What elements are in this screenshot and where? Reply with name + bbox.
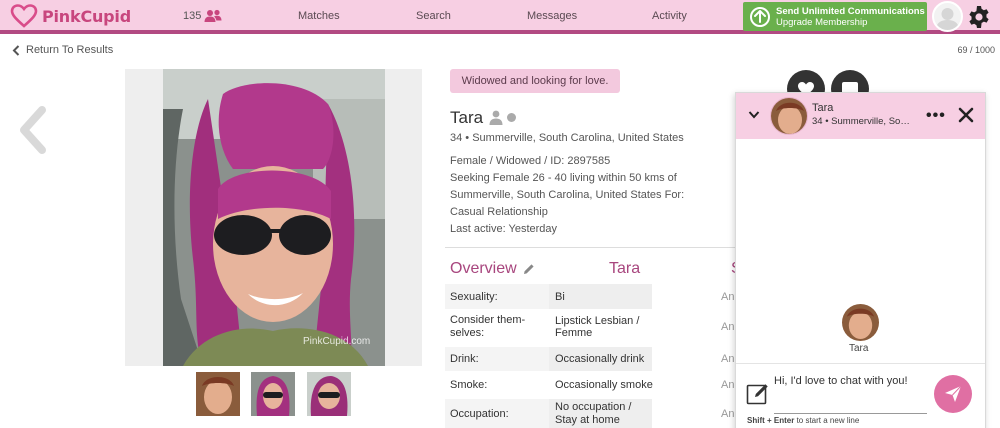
overview-row: Occupation: No occupation / Stay at home… bbox=[445, 399, 735, 428]
overview-row: Smoke: Occasionally smoke An bbox=[445, 373, 735, 397]
section-divider bbox=[445, 247, 735, 248]
overview-column-name: Tara bbox=[609, 260, 641, 277]
nav-matches[interactable]: Matches bbox=[298, 10, 340, 22]
upgrade-line2: Upgrade Membership bbox=[776, 16, 868, 28]
chat-hint-text: to start a new line bbox=[794, 416, 860, 425]
online-count: 135 bbox=[183, 10, 202, 22]
profile-status-icons bbox=[489, 110, 516, 125]
people-icon bbox=[204, 9, 222, 22]
send-icon bbox=[945, 385, 962, 402]
app-root: PinkCupid 135 Matches Search Messages Ac… bbox=[0, 0, 1000, 428]
arrow-up-icon bbox=[750, 6, 770, 27]
overview-row-label: Drink: bbox=[445, 347, 549, 371]
close-icon[interactable] bbox=[958, 107, 974, 123]
chat-hint: Shift + Enter to start a new line bbox=[747, 416, 859, 425]
photo-thumbnail-1[interactable] bbox=[196, 372, 240, 416]
chat-body-name: Tara bbox=[849, 343, 869, 354]
profile-name: Tara bbox=[450, 108, 484, 127]
profile-detail-line: Summerville, South Carolina, United Stat… bbox=[450, 189, 685, 201]
default-avatar-icon bbox=[936, 8, 959, 30]
chat-message-input[interactable]: Hi, I'd love to chat with you! bbox=[774, 374, 927, 414]
return-to-results-link[interactable]: Return To Results bbox=[12, 44, 113, 56]
profile-photo-illustration: PinkCupid.com bbox=[163, 69, 385, 366]
overview-row: Consider them- selves: Lipstick Lesbian … bbox=[445, 311, 735, 343]
thumbnail-image bbox=[251, 372, 295, 416]
user-avatar[interactable] bbox=[932, 1, 963, 32]
nav-activity[interactable]: Activity bbox=[652, 10, 687, 22]
main-photo[interactable]: PinkCupid.com bbox=[163, 69, 385, 366]
overview-row: Sexuality: Bi An bbox=[445, 284, 735, 309]
avatar-image bbox=[842, 304, 879, 341]
profile-detail-line: Last active: Yesterday bbox=[450, 223, 558, 235]
return-label: Return To Results bbox=[26, 44, 114, 56]
chat-avatar[interactable] bbox=[770, 97, 808, 135]
overview-row-label: Consider them- selves: bbox=[450, 314, 526, 339]
avatar-image bbox=[771, 98, 807, 134]
chevron-left-icon bbox=[12, 44, 20, 56]
thumbnail-image bbox=[196, 372, 240, 416]
overview-title: Overview bbox=[450, 260, 535, 278]
more-options-button[interactable]: ••• bbox=[926, 107, 946, 125]
overview-row: Drink: Occasionally drink An bbox=[445, 347, 735, 371]
overview-row-seeking: An bbox=[721, 290, 735, 303]
chat-header[interactable]: Tara 34 • Summerville, South Carolina, U… bbox=[736, 93, 985, 139]
chat-hint-keys: Shift + Enter bbox=[747, 416, 795, 425]
profile-tagline: Widowed and looking for love. bbox=[450, 69, 620, 93]
chat-contact-location: 34 • Summerville, South Carolina, United… bbox=[812, 116, 912, 127]
heart-logo-icon bbox=[10, 4, 38, 28]
upgrade-line1: Send Unlimited Communications bbox=[776, 5, 925, 17]
offline-status-dot bbox=[507, 113, 516, 122]
previous-profile-icon[interactable] bbox=[16, 106, 48, 154]
chat-window: Tara 34 • Summerville, South Carolina, U… bbox=[735, 92, 986, 428]
overview-heading: Overview bbox=[450, 260, 517, 277]
chat-contact-name: Tara bbox=[812, 102, 834, 114]
upgrade-text: Send Unlimited Communications Upgrade Me… bbox=[776, 6, 925, 28]
overview-row-value: Lipstick Lesbian / Femme bbox=[555, 315, 640, 339]
profile-detail-line: Seeking Female 26 - 40 living within 50 … bbox=[450, 172, 677, 184]
overview-row-seeking: An bbox=[721, 408, 735, 420]
chat-body-avatar bbox=[842, 304, 879, 341]
overview-row-value: Occasionally drink bbox=[549, 347, 652, 371]
overview-row-seeking: An bbox=[721, 353, 735, 365]
overview-row-seeking: An bbox=[721, 321, 735, 333]
logo[interactable]: PinkCupid bbox=[10, 4, 131, 28]
profile-details: Female / Widowed / ID: 2897585 Seeking F… bbox=[450, 153, 690, 238]
photo-watermark: PinkCupid.com bbox=[303, 336, 370, 347]
profile-detail-line: Casual Relationship bbox=[450, 206, 548, 218]
photo-thumbnail-2[interactable] bbox=[251, 372, 295, 416]
overview-row-label: Sexuality: bbox=[445, 284, 549, 309]
chevron-down-icon[interactable] bbox=[748, 110, 760, 120]
overview-row-label: Smoke: bbox=[450, 379, 488, 391]
photo-thumbnail-3[interactable] bbox=[307, 372, 351, 416]
overview-row-value: No occupation / Stay at home bbox=[549, 399, 652, 428]
overview-row-seeking: An bbox=[721, 379, 735, 391]
result-position: 69 / 1000 bbox=[957, 45, 995, 55]
main-photo-frame: PinkCupid.com bbox=[125, 69, 422, 366]
nav-search[interactable]: Search bbox=[416, 10, 451, 22]
thumbnail-image bbox=[307, 372, 351, 416]
overview-row-value: Bi bbox=[549, 284, 652, 309]
compose-icon bbox=[746, 384, 768, 405]
top-bar: PinkCupid 135 Matches Search Messages Ac… bbox=[0, 0, 1000, 34]
logo-text: PinkCupid bbox=[42, 6, 131, 26]
profile-location: 34 • Summerville, South Carolina, United… bbox=[450, 132, 684, 144]
overview-row-label: Occupation: bbox=[445, 399, 549, 428]
online-counter[interactable]: 135 bbox=[183, 9, 222, 23]
upgrade-button[interactable]: Send Unlimited Communications Upgrade Me… bbox=[743, 2, 927, 31]
gear-icon[interactable] bbox=[967, 5, 991, 29]
send-button[interactable] bbox=[934, 375, 972, 413]
nav-messages[interactable]: Messages bbox=[527, 10, 577, 22]
profile-detail-line: Female / Widowed / ID: 2897585 bbox=[450, 155, 611, 167]
pencil-icon[interactable] bbox=[523, 263, 535, 275]
chat-input-area: Hi, I'd love to chat with you! Shift + E… bbox=[736, 363, 985, 428]
overview-row-value: Occasionally smoke bbox=[555, 379, 653, 391]
user-icon bbox=[489, 110, 503, 125]
